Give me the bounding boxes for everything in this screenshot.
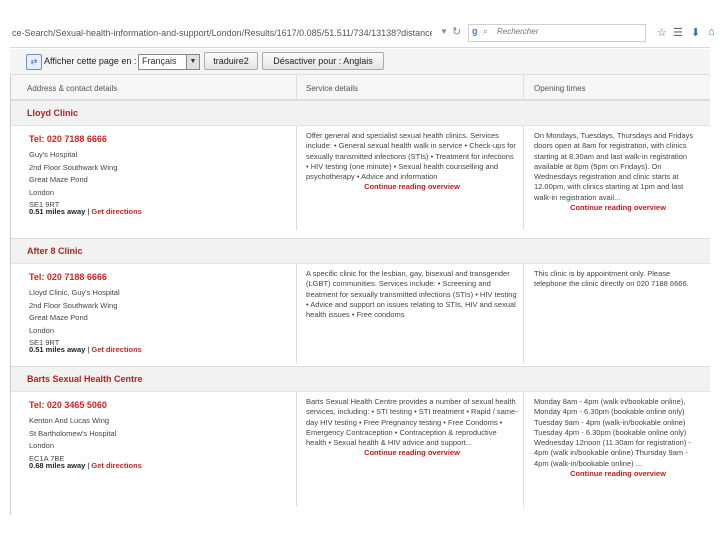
service-details: Barts Sexual Health Centre provides a nu… xyxy=(306,397,518,459)
opening-times: On Mondays, Tuesdays, Thursdays and Frid… xyxy=(534,131,702,213)
column-divider xyxy=(523,126,524,230)
distance-text: 0.51 miles away xyxy=(29,345,86,354)
address-line: 2nd Floor Southwark Wing xyxy=(29,162,118,172)
opening-text: On Mondays, Tuesdays, Thursdays and Frid… xyxy=(534,131,694,202)
clinic-name-link[interactable]: Barts Sexual Health Centre xyxy=(27,374,143,384)
column-divider xyxy=(296,75,297,99)
continue-reading-link[interactable]: Continue reading overview xyxy=(534,469,702,479)
address-line: Lloyd Clinic, Guy's Hospital xyxy=(29,288,120,297)
address-line: London xyxy=(29,325,55,335)
address-block: Guy's Hospital 2nd Floor Southwark Wing … xyxy=(29,149,117,212)
clinic-name-link[interactable]: After 8 Clinic xyxy=(27,246,83,256)
address-block: Lloyd Clinic, Guy's Hospital 2nd Floor S… xyxy=(29,287,120,350)
language-value: Français xyxy=(142,56,177,66)
column-divider xyxy=(296,264,297,364)
service-text: A specific clinic for the lesbian, gay, … xyxy=(306,269,517,320)
address-line: Great Maze Pond xyxy=(29,175,88,184)
column-divider xyxy=(296,126,297,230)
distance-line: 0.68 miles away | Get directions xyxy=(29,461,142,470)
opening-text: Monday 8am - 4pm (walk in/bookable onlin… xyxy=(534,397,691,468)
disable-translation-button[interactable]: Désactiver pour : Anglais xyxy=(262,52,384,70)
translate-icon: ⇄ xyxy=(26,54,42,70)
language-select[interactable]: Français ▼ xyxy=(138,54,200,70)
distance-text: 0.68 miles away xyxy=(29,461,86,470)
address-line: 2nd Floor Southwark Wing xyxy=(29,300,118,310)
download-icon[interactable]: ⬇ xyxy=(691,26,700,39)
clinic-title-bar: Barts Sexual Health Centre xyxy=(11,366,710,392)
get-directions-link[interactable]: Get directions xyxy=(91,461,141,470)
get-directions-link[interactable]: Get directions xyxy=(91,345,141,354)
address-line: London xyxy=(29,187,55,197)
search-input[interactable] xyxy=(497,27,637,36)
clinic-row: Tel: 020 7188 6666 Lloyd Clinic, Guy's H… xyxy=(11,264,710,372)
service-text: Offer general and specialist sexual heal… xyxy=(306,131,516,182)
column-header-address: Address & contact details xyxy=(27,84,118,93)
address-line: Great Maze Pond xyxy=(29,313,88,322)
distance-line: 0.51 miles away | Get directions xyxy=(29,345,142,354)
column-divider xyxy=(296,392,297,507)
address-block: Kenton And Lucas Wing St Bartholomew's H… xyxy=(29,415,116,465)
results-table: Address & contact details Service detail… xyxy=(11,75,710,515)
opening-times: This clinic is by appointment only. Plea… xyxy=(534,269,702,290)
opening-text: This clinic is by appointment only. Plea… xyxy=(534,269,689,289)
column-divider xyxy=(523,264,524,364)
distance-text: 0.51 miles away xyxy=(29,207,86,216)
column-divider xyxy=(523,392,524,507)
continue-reading-link[interactable]: Continue reading overview xyxy=(306,448,518,458)
address-line: Guy's Hospital xyxy=(29,150,78,159)
home-icon[interactable]: ⌂ xyxy=(708,26,715,38)
translate-label: Afficher cette page en : xyxy=(44,56,137,66)
clinic-name-link[interactable]: Lloyd Clinic xyxy=(27,108,78,118)
continue-reading-link[interactable]: Continue reading overview xyxy=(306,182,518,192)
service-details: A specific clinic for the lesbian, gay, … xyxy=(306,269,518,320)
clinic-title-bar: Lloyd Clinic xyxy=(11,100,710,126)
phone-number: Tel: 020 3465 5060 xyxy=(29,400,107,410)
column-divider xyxy=(523,75,524,99)
phone-number: Tel: 020 7188 6666 xyxy=(29,272,107,282)
distance-line: 0.51 miles away | Get directions xyxy=(29,207,142,216)
table-header: Address & contact details Service detail… xyxy=(11,75,710,100)
url-field[interactable]: ce-Search/Sexual-health-information-and-… xyxy=(12,28,432,38)
get-directions-link[interactable]: Get directions xyxy=(91,207,141,216)
google-icon: g xyxy=(472,26,478,36)
dropdown-caret-icon[interactable]: ▼ xyxy=(440,27,448,36)
address-line: St Bartholomew's Hospital xyxy=(29,428,117,438)
opening-times: Monday 8am - 4pm (walk in/bookable onlin… xyxy=(534,397,702,479)
search-icon[interactable]: ⌕ xyxy=(483,26,488,37)
bookmarks-list-icon[interactable]: ☰ xyxy=(673,26,683,39)
address-bar: ce-Search/Sexual-health-information-and-… xyxy=(10,19,715,48)
clinic-title-bar: After 8 Clinic xyxy=(11,238,710,264)
phone-number: Tel: 020 7188 6666 xyxy=(29,134,107,144)
clinic-row: Tel: 020 3465 5060 Kenton And Lucas Wing… xyxy=(11,392,710,515)
clinic-row: Tel: 020 7188 6666 Guy's Hospital 2nd Fl… xyxy=(11,126,710,238)
translate-bar: ⇄ Afficher cette page en : Français ▼ tr… xyxy=(10,49,710,75)
translate-button[interactable]: traduire2 xyxy=(204,52,258,70)
chevron-down-icon: ▼ xyxy=(186,55,199,69)
service-text: Barts Sexual Health Centre provides a nu… xyxy=(306,397,518,448)
refresh-icon[interactable]: ↻ xyxy=(452,25,461,38)
column-header-service: Service details xyxy=(306,84,359,93)
star-icon[interactable]: ☆ xyxy=(657,26,667,39)
search-box[interactable]: g ⌕ xyxy=(468,24,646,42)
address-line: London xyxy=(29,441,55,450)
continue-reading-link[interactable]: Continue reading overview xyxy=(534,203,702,213)
service-details: Offer general and specialist sexual heal… xyxy=(306,131,518,193)
column-header-opening: Opening times xyxy=(534,84,586,93)
address-line: Kenton And Lucas Wing xyxy=(29,416,110,425)
